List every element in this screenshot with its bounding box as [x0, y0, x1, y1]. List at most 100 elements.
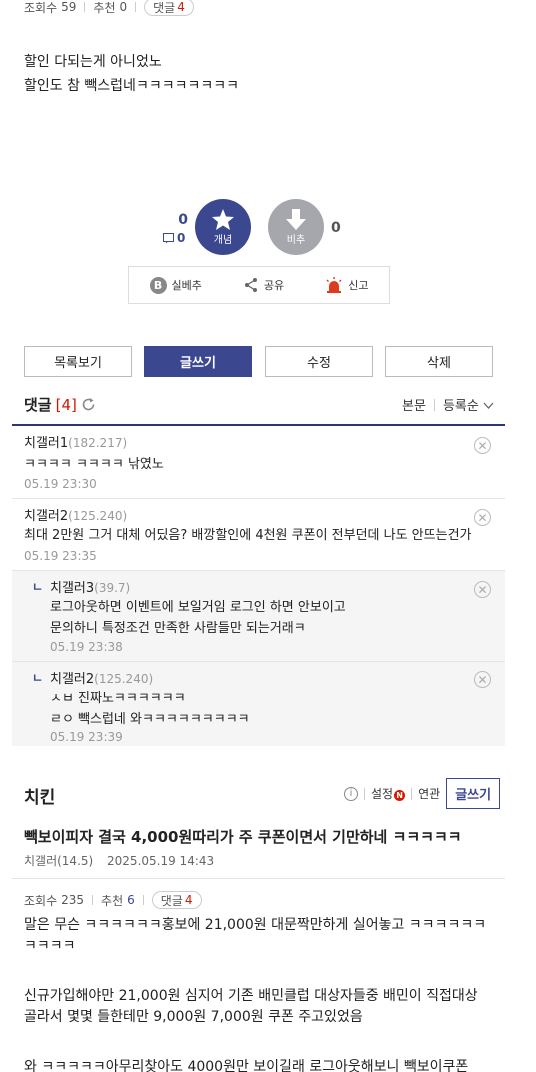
- rec-label: 추천: [101, 893, 124, 908]
- delete-comment-icon[interactable]: ✕: [474, 581, 491, 598]
- comment-author-name: 치갤러2: [24, 509, 69, 524]
- comment-title: 댓글 [4]: [24, 394, 96, 415]
- edit-button[interactable]: 수정: [265, 346, 373, 377]
- downvote-label: 비추: [286, 234, 306, 246]
- comment-author-ip: (39.7): [94, 581, 131, 595]
- comments-label: 댓글: [160, 893, 183, 908]
- new-badge: N: [394, 790, 406, 801]
- report-button[interactable]: 신고: [325, 277, 368, 293]
- arrow-down-icon: [286, 208, 306, 230]
- b-icon: B: [149, 276, 167, 294]
- comment-author[interactable]: 치갤러2(125.240): [24, 505, 127, 524]
- share-icon: [244, 278, 257, 292]
- post-body-line: 할인 다되는게 아니었노: [24, 54, 162, 70]
- post-line: 와 ㅋㅋㅋㅋㅋ아무리찾아도 4000원만 보이길래 로그아웃해보니 빽보이쿠폰: [24, 1059, 469, 1072]
- comment-author-name: 치갤러2: [50, 672, 95, 687]
- post-meta: 조회수 235 추천 6 댓글 4: [24, 891, 202, 909]
- divider: [135, 2, 137, 12]
- delete-button[interactable]: 삭제: [385, 346, 493, 377]
- board-title[interactable]: 치킨: [24, 783, 55, 808]
- comments-count: 4: [177, 0, 185, 14]
- board-tools: i 설정 N 연관 글쓰기: [344, 778, 501, 809]
- comment-text-line: ㄹㅇ 빽스럽네 와ㅋㅋㅋㅋㅋㅋㅋㅋㅋ: [50, 712, 250, 727]
- views-count: 59: [61, 0, 77, 14]
- comment-date: 05.19 23:30: [24, 477, 97, 491]
- upvote-label: 개념: [213, 235, 233, 246]
- share-button[interactable]: 공유: [243, 277, 284, 293]
- upvote-button[interactable]: 개념: [195, 199, 251, 255]
- related-link[interactable]: 연관: [418, 785, 440, 802]
- comment-text: 최대 2만원 그거 대체 어딨음? 배깡할인에 4천원 쿠폰이 전부던데 나도 …: [24, 528, 472, 543]
- post-paragraph: 와 ㅋㅋㅋㅋㅋ아무리찾아도 4000원만 보이길래 로그아웃해보니 빽보이쿠폰: [24, 1057, 494, 1072]
- silbe-button[interactable]: B 실베추: [149, 276, 202, 294]
- views-label: 조회수: [24, 893, 58, 908]
- downvote-button[interactable]: 비추: [268, 199, 324, 255]
- rec-count: 6: [127, 893, 135, 907]
- list-button[interactable]: 목록보기: [24, 346, 132, 377]
- info-icon[interactable]: i: [344, 786, 358, 801]
- comment-date: 05.19 23:39: [50, 730, 123, 744]
- comment-text: ㅋㅋㅋㅋ ㅋㅋㅋㅋ 낚였노: [24, 457, 164, 472]
- sort-order-dropdown[interactable]: 등록순: [443, 395, 494, 414]
- divider: [364, 787, 365, 800]
- views-count: 235: [61, 893, 85, 907]
- comment-header: 댓글 [4] 본문 등록순: [24, 394, 494, 415]
- rec-label: 추천: [93, 0, 116, 15]
- board-write-button[interactable]: 글쓰기: [446, 778, 501, 809]
- comment-author[interactable]: 치갤러2(125.240): [50, 668, 153, 687]
- reply-arrow-icon: ㄴ: [32, 580, 44, 594]
- divider: [411, 787, 413, 800]
- comment-item: 치갤러2(125.240) 최대 2만원 그거 대체 어딨음? 배깡할인에 4천…: [12, 499, 505, 571]
- divider: [92, 895, 94, 905]
- post-title[interactable]: 빽보이피자 결국 4,000원따리가 주 쿠폰이면서 기만하네 ㅋㅋㅋㅋㅋ: [24, 826, 462, 847]
- delete-comment-icon[interactable]: ✕: [474, 671, 491, 688]
- report-label: 신고: [348, 279, 369, 292]
- silbe-label: 실베추: [171, 279, 202, 292]
- post-line: 신규가입해야만 21,000원 심지어 기존 배민클럽 대상자들중 배민이 직접…: [24, 988, 478, 1004]
- share-label: 공유: [263, 279, 285, 292]
- divider: [12, 878, 505, 879]
- refresh-icon[interactable]: [81, 397, 96, 412]
- siren-icon: [326, 277, 342, 293]
- comment-author-name: 치갤러1: [24, 436, 69, 451]
- post-body-line: 할인도 참 빽스럽네ㅋㅋㅋㅋㅋㅋㅋㅋ: [24, 78, 239, 94]
- comment-text-line: 문의하니 특정조건 만족한 사람들만 되는거래ㅋ: [50, 621, 306, 636]
- comment-author-ip: (182.217): [68, 436, 128, 450]
- upvote-count: 0: [178, 212, 188, 228]
- comment-date: 05.19 23:35: [24, 549, 97, 563]
- comment-title-label: 댓글: [24, 396, 52, 414]
- views-label: 조회수: [24, 0, 58, 15]
- post-tools: B 실베추 공유 신고: [128, 266, 390, 304]
- comment-sort: 본문 등록순: [402, 395, 494, 414]
- comment-author-name: 치갤러3: [50, 581, 95, 596]
- post-paragraph: 신규가입해야만 21,000원 심지어 기존 배민클럽 대상자들중 배민이 직접…: [24, 986, 494, 1028]
- post-line: 골라서 몇몇 들한테만 9,000원 7,000원 쿠폰 주고있었음: [24, 1009, 363, 1025]
- chevron-down-icon: [483, 402, 494, 409]
- divider: [84, 2, 86, 12]
- delete-comment-icon[interactable]: ✕: [474, 509, 491, 526]
- reply-arrow-icon: ㄴ: [32, 671, 44, 685]
- comment-date: 05.19 23:38: [50, 640, 123, 654]
- comment-title-count: [4]: [55, 395, 77, 414]
- post-line: 말은 무슨 ㅋㅋㅋㅋㅋㅋ홍보에 21,000원 대문짝만하게 실어놓고 ㅋㅋㅋㅋ…: [24, 917, 487, 933]
- post-author[interactable]: 치갤러(14.5): [24, 854, 93, 868]
- comment-author-ip: (125.240): [68, 509, 128, 523]
- star-icon: [212, 209, 234, 230]
- comments-label: 댓글: [153, 0, 176, 15]
- comment-text-line: 로그아웃하면 이벤트에 보일거임 로그인 하면 안보이고: [50, 600, 346, 615]
- comment-icon: [163, 232, 174, 243]
- comment-count-badge[interactable]: 댓글 4: [151, 891, 202, 909]
- post-date: 2025.05.19 14:43: [107, 854, 215, 868]
- comment-author-ip: (125.240): [94, 672, 154, 686]
- delete-comment-icon[interactable]: ✕: [474, 437, 491, 454]
- write-button[interactable]: 글쓰기: [144, 346, 252, 377]
- comment-text: 로그아웃하면 이벤트에 보일거임 로그인 하면 안보이고 문의하니 특정조건 만…: [50, 597, 346, 639]
- sort-body-link[interactable]: 본문: [402, 395, 426, 414]
- settings-label: 설정: [371, 787, 394, 801]
- comment-author[interactable]: 치갤러3(39.7): [50, 577, 130, 596]
- settings-link[interactable]: 설정 N: [371, 785, 406, 802]
- comment-author[interactable]: 치갤러1(182.217): [24, 432, 127, 451]
- rec-count: 0: [119, 0, 128, 14]
- comment-item: 치갤러1(182.217) ㅋㅋㅋㅋ ㅋㅋㅋㅋ 낚였노 05.19 23:30 …: [12, 426, 505, 499]
- comment-count-badge[interactable]: 댓글 4: [144, 0, 194, 16]
